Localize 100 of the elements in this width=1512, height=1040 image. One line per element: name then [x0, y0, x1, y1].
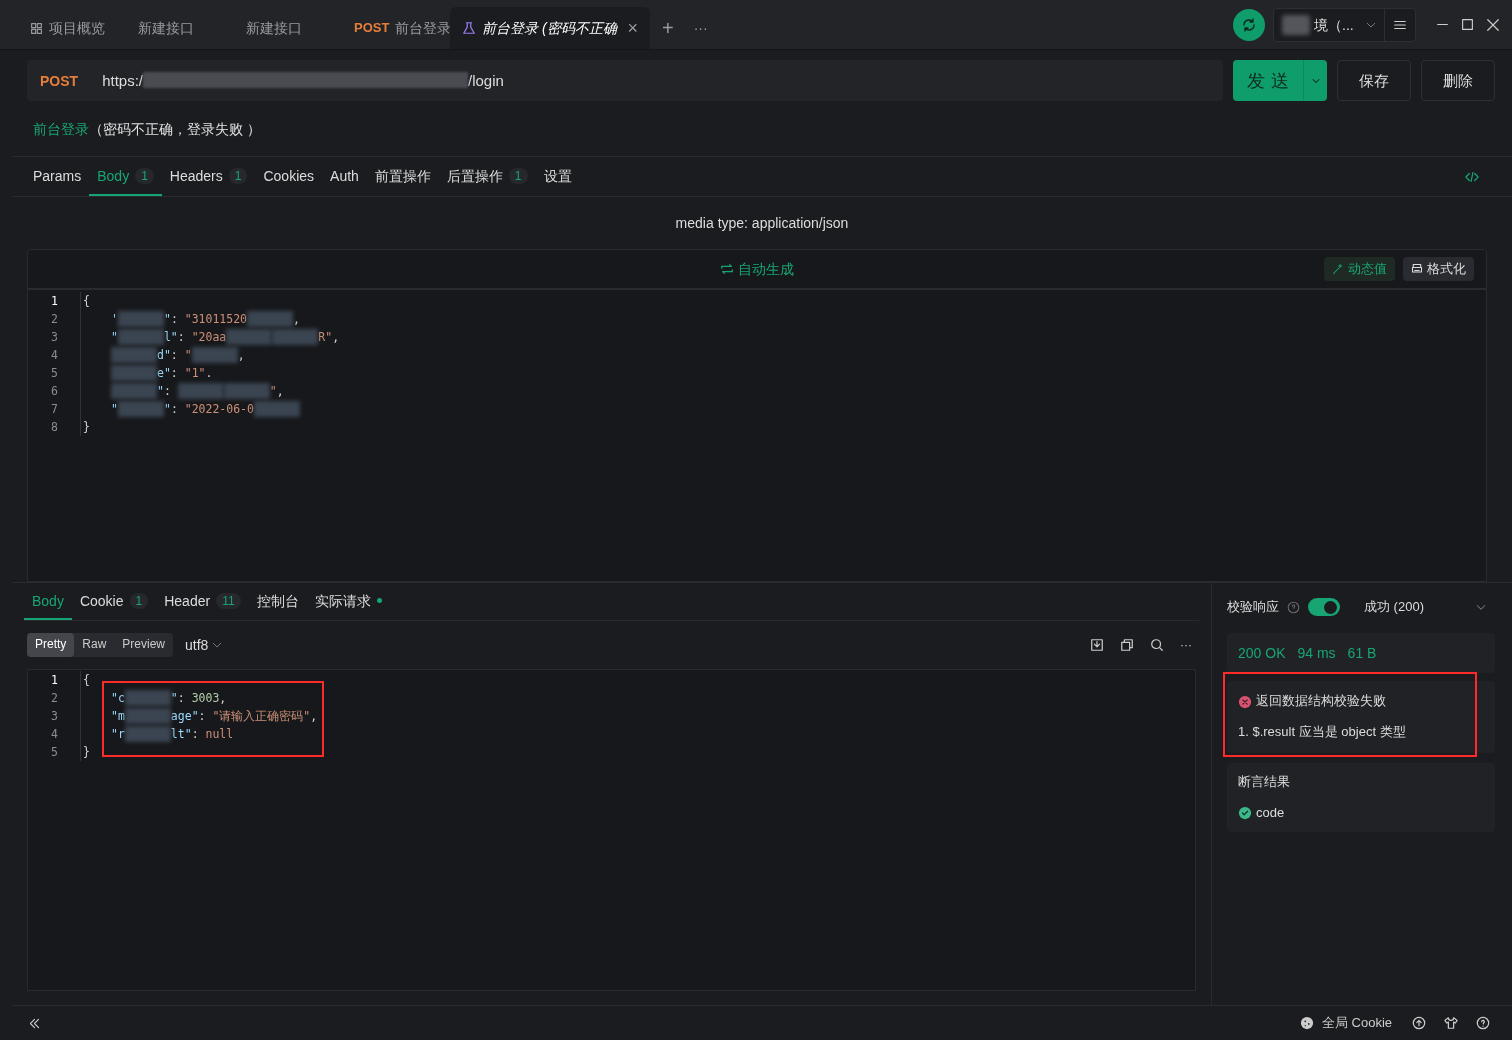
code-token: 3003: [191, 690, 220, 707]
line-number: 6: [50, 383, 58, 400]
code-token: ,: [237, 347, 245, 364]
redacted-block: [124, 726, 171, 742]
toggle-switch[interactable]: [1308, 598, 1340, 616]
delete-button[interactable]: 删除: [1421, 60, 1495, 101]
grid-icon: [30, 21, 43, 35]
code-token: :: [170, 311, 179, 328]
chevron-icon[interactable]: [212, 640, 223, 650]
tab[interactable]: Params: [25, 157, 90, 196]
global-cookie-button[interactable]: 全局 Cookie: [1299, 1013, 1392, 1033]
tab[interactable]: POST 前台登录: [342, 7, 450, 49]
code-token: "c: [111, 690, 125, 707]
redacted-block: [117, 311, 164, 327]
code-token: ": [184, 347, 192, 364]
flask-icon: [462, 21, 476, 35]
code-token: .: [205, 365, 213, 382]
code-token: R": [318, 329, 333, 346]
encoding-select[interactable]: utf8: [185, 635, 223, 655]
download-icon[interactable]: [1090, 638, 1104, 652]
tab[interactable]: Body 1: [89, 157, 162, 196]
error-icon: [1238, 694, 1252, 709]
help-icon: [1287, 600, 1300, 614]
code-token: ": [269, 383, 277, 400]
close-button[interactable]: ×: [627, 14, 638, 42]
more-button[interactable]: ···: [685, 7, 716, 49]
redacted-block: [111, 365, 157, 381]
redacted-block: [223, 383, 270, 399]
response-time: 94 ms: [1297, 644, 1336, 663]
tab[interactable]: Auth: [322, 157, 367, 196]
tab[interactable]: Headers 1: [161, 157, 256, 196]
code-token: "2022-06-0: [184, 401, 254, 418]
code-token: ,: [293, 311, 300, 328]
redacted-block: [191, 347, 238, 363]
add-tab-button[interactable]: +: [650, 7, 686, 49]
help-icon[interactable]: [1476, 1016, 1490, 1030]
format-button[interactable]: 格式化: [1403, 257, 1474, 281]
redacted-block: [117, 329, 164, 345]
redacted-block: [124, 708, 171, 724]
code-token: "m: [111, 708, 125, 725]
cookie-icon: [1299, 1016, 1314, 1030]
tab[interactable]: Body: [24, 583, 72, 620]
error-message: 1. $.result 应当是 object 类型: [1238, 723, 1407, 741]
redacted-block: [226, 329, 273, 345]
code-token: ,: [332, 329, 340, 346]
line-number: 2: [50, 690, 58, 707]
dynamic-value-button[interactable]: 动态值: [1324, 257, 1395, 281]
more-button[interactable]: ···: [1180, 638, 1192, 652]
code-token: "r: [111, 726, 125, 743]
tab[interactable]: Cookies: [255, 157, 323, 196]
tab[interactable]: 新建接口: [126, 7, 234, 49]
line-number: 1: [50, 293, 58, 310]
view-mode-tab[interactable]: Raw: [74, 633, 115, 657]
media-type-label: media type: application/json: [674, 214, 850, 233]
error-title: 返回数据结构校验失败: [1256, 692, 1386, 711]
copy-icon[interactable]: [1120, 638, 1134, 652]
code-token: ": [170, 690, 178, 707]
tab[interactable]: Header 11: [156, 583, 249, 620]
code-token: :: [177, 690, 186, 707]
code-token: ": [111, 329, 118, 346]
code-token: :: [163, 383, 172, 400]
tab[interactable]: 后置操作 1: [438, 157, 536, 196]
save-button[interactable]: 保存: [1337, 60, 1411, 101]
view-mode-tab[interactable]: Pretty: [27, 633, 75, 657]
line-number: 3: [50, 708, 58, 725]
code-token: :: [191, 726, 200, 743]
code-token: :: [170, 401, 179, 418]
validation-label: 校验响应: [1227, 597, 1279, 616]
url-field[interactable]: POST https:/ /login: [27, 60, 1223, 101]
code-token: :: [198, 708, 207, 725]
upload-icon[interactable]: [1412, 1016, 1426, 1030]
redacted-block: [272, 329, 319, 345]
code-token: }: [83, 744, 90, 761]
search-icon[interactable]: [1150, 638, 1164, 652]
tab[interactable]: 设置: [535, 157, 580, 196]
tab[interactable]: 实际请求: [306, 583, 390, 620]
line-number: 7: [50, 401, 58, 418]
tab[interactable]: 控制台: [248, 583, 307, 620]
sync-icon[interactable]: [1233, 8, 1265, 41]
maximize-icon[interactable]: [1461, 18, 1474, 31]
code-token: "20aa: [191, 329, 227, 346]
code-token: ,: [310, 708, 318, 725]
magic-wand-icon: [1332, 263, 1344, 275]
tab[interactable]: 新建接口: [234, 7, 342, 49]
code-icon[interactable]: [1465, 169, 1479, 184]
assertions-title: 断言结果: [1238, 773, 1291, 791]
view-mode-tab[interactable]: Preview: [114, 633, 174, 657]
auto-generate-button[interactable]: 自动生成: [720, 259, 794, 279]
tab[interactable]: Cookie 1: [71, 583, 157, 620]
api-link[interactable]: 前台登录: [33, 118, 89, 139]
response-select[interactable]: 成功 (200): [1364, 597, 1424, 617]
code-token: lt": [170, 726, 192, 743]
tab[interactable]: 项目概览: [18, 7, 126, 49]
line-number: 5: [50, 744, 58, 761]
tab[interactable]: 前置操作: [366, 157, 439, 196]
shirt-icon[interactable]: [1444, 1016, 1458, 1030]
collapse-icon[interactable]: [28, 1016, 41, 1030]
close-icon[interactable]: [1486, 17, 1500, 32]
line-number: 4: [50, 347, 58, 364]
tab[interactable]: 前台登录 (密码不正确 ×: [450, 7, 650, 49]
